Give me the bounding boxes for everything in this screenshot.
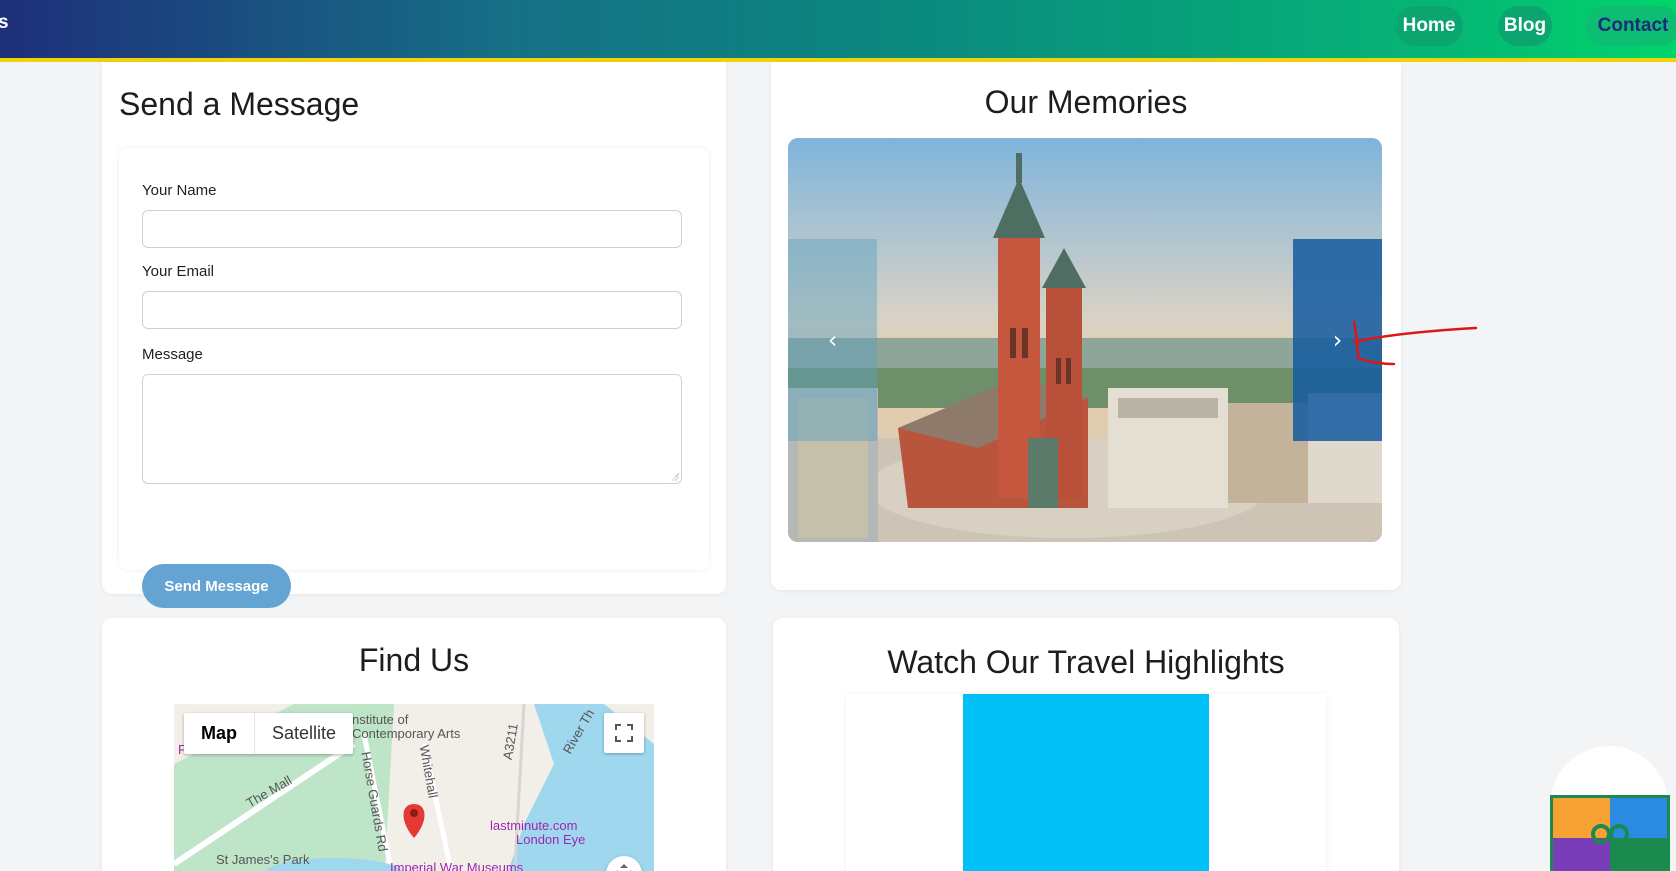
brand-logo[interactable]: s: [0, 12, 9, 34]
red-annotation-arrow: [1352, 320, 1478, 366]
chevron-right-icon: ›: [1332, 326, 1343, 354]
send-message-card: Send a Message Your Name Your Email Mess…: [102, 62, 726, 608]
email-label: Your Email: [142, 263, 214, 280]
travel-highlights-card: Watch Our Travel Highlights: [773, 618, 1399, 871]
map-label-ica: nstitute of: [352, 712, 409, 727]
message-textarea[interactable]: [142, 374, 682, 484]
map-label-st-james-park: St James's Park: [216, 852, 310, 867]
name-input[interactable]: [142, 210, 682, 248]
resize-grip-icon[interactable]: [671, 473, 679, 481]
name-label: Your Name: [142, 182, 217, 199]
map-tab-button[interactable]: Map: [184, 713, 255, 754]
gift-icon: [1553, 798, 1667, 871]
nav-contact-link[interactable]: Contact: [1586, 6, 1676, 46]
send-message-title: Send a Message: [119, 86, 360, 122]
map-type-control: Map Satellite: [184, 713, 354, 754]
message-label: Message: [142, 346, 203, 363]
map-label-lastminute: lastminute.com: [490, 818, 578, 833]
nav-home-link[interactable]: Home: [1395, 6, 1463, 46]
memories-title: Our Memories: [984, 84, 1188, 120]
contact-form: Your Name Your Email Message Send Messag…: [119, 148, 709, 608]
video-player[interactable]: [963, 694, 1209, 871]
send-message-button[interactable]: Send Message: [142, 564, 291, 608]
fullscreen-icon: [615, 724, 633, 742]
find-us-card: Find Us nstitute of Contemporary Arts Pa…: [102, 618, 726, 871]
fullscreen-button[interactable]: [604, 713, 644, 753]
satellite-tab-button[interactable]: Satellite: [255, 713, 353, 754]
map-label-iwm: Imperial War Museums: [390, 860, 524, 871]
chevron-left-icon: ‹: [827, 326, 838, 354]
email-input[interactable]: [142, 291, 682, 329]
embedded-map[interactable]: nstitute of Contemporary Arts Palace The…: [174, 704, 654, 871]
carousel-prev-button[interactable]: ‹: [788, 239, 877, 441]
nav-blog-link[interactable]: Blog: [1498, 6, 1552, 46]
pan-arrows-icon: [617, 864, 631, 871]
travel-highlights-title: Watch Our Travel Highlights: [887, 644, 1285, 680]
memories-card: Our Memories ‹ ›: [771, 62, 1401, 590]
map-pan-control[interactable]: [606, 856, 642, 871]
map-label-ica-2: Contemporary Arts: [352, 726, 461, 741]
map-label-london-eye: London Eye: [516, 832, 586, 847]
memories-carousel: ‹ ›: [788, 138, 1382, 542]
floating-widget-icon[interactable]: [1550, 795, 1670, 871]
top-nav-bar: s Home Blog Contact: [0, 0, 1676, 62]
find-us-title: Find Us: [358, 642, 470, 678]
video-frame: [846, 694, 1326, 871]
